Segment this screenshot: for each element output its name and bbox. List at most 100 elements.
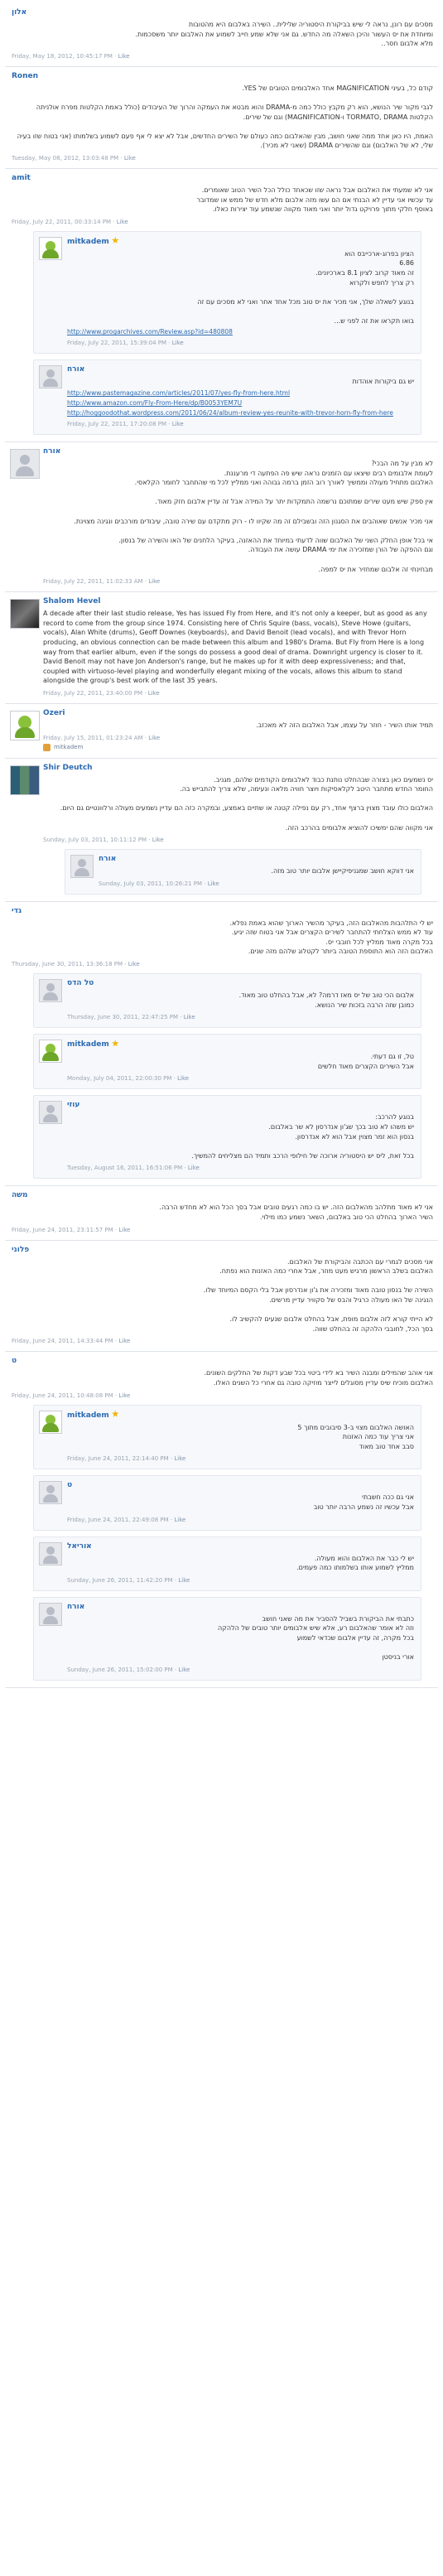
- reply-author-name[interactable]: אורח: [67, 365, 84, 374]
- like-button[interactable]: Like: [118, 1227, 130, 1233]
- reply-author-name[interactable]: עוזי: [67, 1101, 79, 1109]
- like-button[interactable]: Like: [174, 1517, 185, 1523]
- comment-meta: Sunday, July 03, 2011, 10:11:12 PM · Lik…: [43, 837, 164, 844]
- reply-author-name[interactable]: אורח: [99, 855, 116, 863]
- comment-text: אני מסכים לגמרי עם הכתבה והביקורת של האל…: [203, 1257, 433, 1333]
- reply-link[interactable]: http://www.amazon.com/Fly-From-Here/dp/B…: [67, 399, 414, 407]
- reply-author-name[interactable]: mitkadem: [67, 238, 109, 246]
- comment: Ozeri תמיד אותו השיר - חוזר על עצמו, אבל …: [5, 704, 438, 759]
- reply-link[interactable]: http://www.pastemagazine.com/articles/20…: [67, 389, 414, 397]
- comment-timestamp: Sunday, July 03, 2011, 10:11:12 PM: [43, 837, 147, 844]
- reply-link[interactable]: http://hoggoodothat.wordpress.com/2011/0…: [67, 409, 414, 417]
- reply-author-name[interactable]: ט: [67, 1481, 72, 1489]
- reply: mitkadem הציון בפרוג-ארכייבס הוא 6.86 זה …: [33, 230, 421, 355]
- avatar[interactable]: [39, 1481, 62, 1505]
- like-button[interactable]: Like: [188, 1165, 200, 1171]
- reply-author-name[interactable]: אוריאל: [67, 1542, 92, 1551]
- reply-link[interactable]: http://www.progarchives.com/Review.asp?i…: [67, 328, 414, 335]
- like-button[interactable]: Like: [208, 880, 219, 887]
- avatar[interactable]: [39, 365, 62, 389]
- comment-meta: Friday, June 24, 2011, 10:48:08 PM · Lik…: [12, 1392, 131, 1399]
- avatar[interactable]: [39, 1040, 62, 1064]
- reply-author-link[interactable]: mitkadem: [67, 1410, 414, 1420]
- avatar[interactable]: [10, 765, 40, 795]
- like-button[interactable]: Like: [148, 690, 160, 697]
- avatar[interactable]: [39, 1602, 62, 1626]
- reply-author-name[interactable]: אורח: [67, 1603, 84, 1611]
- like-button[interactable]: Like: [148, 578, 160, 585]
- reply-author-link[interactable]: עוזי: [67, 1101, 414, 1109]
- like-button[interactable]: Like: [118, 53, 130, 60]
- like-button[interactable]: Like: [184, 1014, 195, 1020]
- reply-author-link[interactable]: אורח: [67, 1603, 414, 1611]
- reply-author-name[interactable]: mitkadem: [67, 1411, 109, 1420]
- like-button[interactable]: Like: [118, 1392, 130, 1399]
- reply-author-link[interactable]: ט: [67, 1481, 414, 1489]
- liked-by-user[interactable]: mitkadem: [54, 744, 83, 750]
- like-button[interactable]: Like: [178, 1667, 190, 1673]
- comment-author-link[interactable]: Shir Deutch: [43, 764, 433, 772]
- like-button[interactable]: Like: [124, 155, 136, 162]
- comment-author-link[interactable]: משה: [12, 1191, 433, 1199]
- reply: mitkadem טל, זו גם דעתי. אבל השירים הקצרי…: [33, 1034, 421, 1090]
- avatar[interactable]: [39, 1541, 62, 1565]
- avatar[interactable]: [10, 449, 40, 480]
- comment-author-link[interactable]: אורח: [43, 447, 433, 456]
- comment: משה אני לא מאוד מתלהב מהאלבום הזה. יש בו …: [5, 1186, 438, 1241]
- comment-author-link[interactable]: Ronen: [12, 72, 433, 80]
- comment-meta: Friday, July 22, 2011, 23:40:00 PM · Lik…: [43, 689, 160, 697]
- avatar[interactable]: [39, 1101, 62, 1125]
- comment-timestamp: Friday, June 24, 2011, 10:48:08 PM: [12, 1392, 113, 1399]
- avatar[interactable]: [10, 599, 40, 630]
- like-button[interactable]: Like: [172, 421, 184, 427]
- comment-timestamp: Friday, July 22, 2011, 11:02:33 AM: [43, 578, 143, 586]
- comment-meta: Friday, June 24, 2011, 14:33:44 PM · Lik…: [12, 1338, 131, 1345]
- like-button[interactable]: Like: [178, 1577, 190, 1584]
- comment-author-link[interactable]: גדי: [12, 907, 433, 915]
- comment-author-link[interactable]: Ozeri: [43, 709, 433, 717]
- reply-author-link[interactable]: אורח: [99, 855, 414, 863]
- comment-text: A decade after their last studio release…: [43, 610, 430, 685]
- reply-author-link[interactable]: mitkadem: [67, 1040, 414, 1049]
- like-button[interactable]: Like: [118, 1338, 130, 1344]
- star-icon: [111, 1410, 119, 1417]
- avatar[interactable]: [39, 236, 62, 260]
- comment-author-link[interactable]: amit: [12, 174, 433, 182]
- reply-author-link[interactable]: אורח: [67, 365, 414, 374]
- like-button[interactable]: Like: [152, 837, 164, 843]
- reply-author-name[interactable]: mitkadem: [67, 1040, 109, 1049]
- reply-text: טל, זו גם דעתי. אבל השירים הקצרים מאוד ח…: [317, 1053, 414, 1070]
- comment: Ronen קודם כל, בעיני MAGNIFICATION אחד הא…: [5, 67, 438, 169]
- comment: גדי יש לי התלהבות מהאלבום הזה, בעיקר מהשי…: [5, 902, 438, 1187]
- reply-author-link[interactable]: mitkadem: [67, 236, 414, 246]
- comment-text: יס נשמעים כאן בצורה שבהחלט נותנת כבוד לא…: [60, 775, 433, 832]
- reply-author-name[interactable]: טל הדס: [67, 979, 94, 987]
- comment-author-link[interactable]: Shalom Hevel: [43, 597, 433, 605]
- like-button[interactable]: Like: [128, 961, 140, 967]
- comment-timestamp: Thursday, June 30, 2011, 13:36:18 PM: [12, 961, 123, 968]
- reply-text: בנוגע להרכב: יש משהו לא טוב בכך שג'ון אנ…: [191, 1113, 414, 1160]
- comment-author-link[interactable]: אלון: [12, 8, 433, 17]
- like-button[interactable]: Like: [174, 1455, 185, 1462]
- comment-author-link[interactable]: פלוני: [12, 1246, 433, 1254]
- reply-timestamp: Friday, July 22, 2011, 15:39:04 PM: [67, 340, 167, 347]
- avatar[interactable]: [39, 1410, 62, 1434]
- star-icon: [111, 236, 119, 244]
- like-button[interactable]: Like: [172, 340, 184, 346]
- comment-author-link[interactable]: ט: [12, 1357, 433, 1365]
- comment-text: יש לי התלהבות מהאלבום הזה, בעיקר מהשיר ה…: [229, 919, 433, 956]
- avatar[interactable]: [70, 855, 94, 879]
- reply-timestamp: Friday, July 22, 2011, 17:20:08 PM: [67, 421, 167, 428]
- like-button[interactable]: Like: [177, 1075, 189, 1082]
- like-button[interactable]: Like: [148, 735, 160, 741]
- reply-meta: Sunday, July 03, 2011, 10:26:21 PM · Lik…: [99, 880, 219, 887]
- reply: אורח יש גם ביקורות אוהדות http://www.paste…: [33, 359, 421, 436]
- comment: amit אני לא שמעתי את האלבום אבל נראה שזו …: [5, 169, 438, 443]
- reply-timestamp: Sunday, July 03, 2011, 10:26:21 PM: [99, 880, 203, 887]
- like-button[interactable]: Like: [117, 219, 128, 225]
- reply-author-link[interactable]: אוריאל: [67, 1542, 414, 1551]
- avatar[interactable]: [10, 710, 40, 740]
- comment: אורח לא מבין על מה הבכי? לעומת אלבומים רב…: [5, 442, 438, 593]
- avatar[interactable]: [39, 979, 62, 1003]
- reply-author-link[interactable]: טל הדס: [67, 979, 414, 987]
